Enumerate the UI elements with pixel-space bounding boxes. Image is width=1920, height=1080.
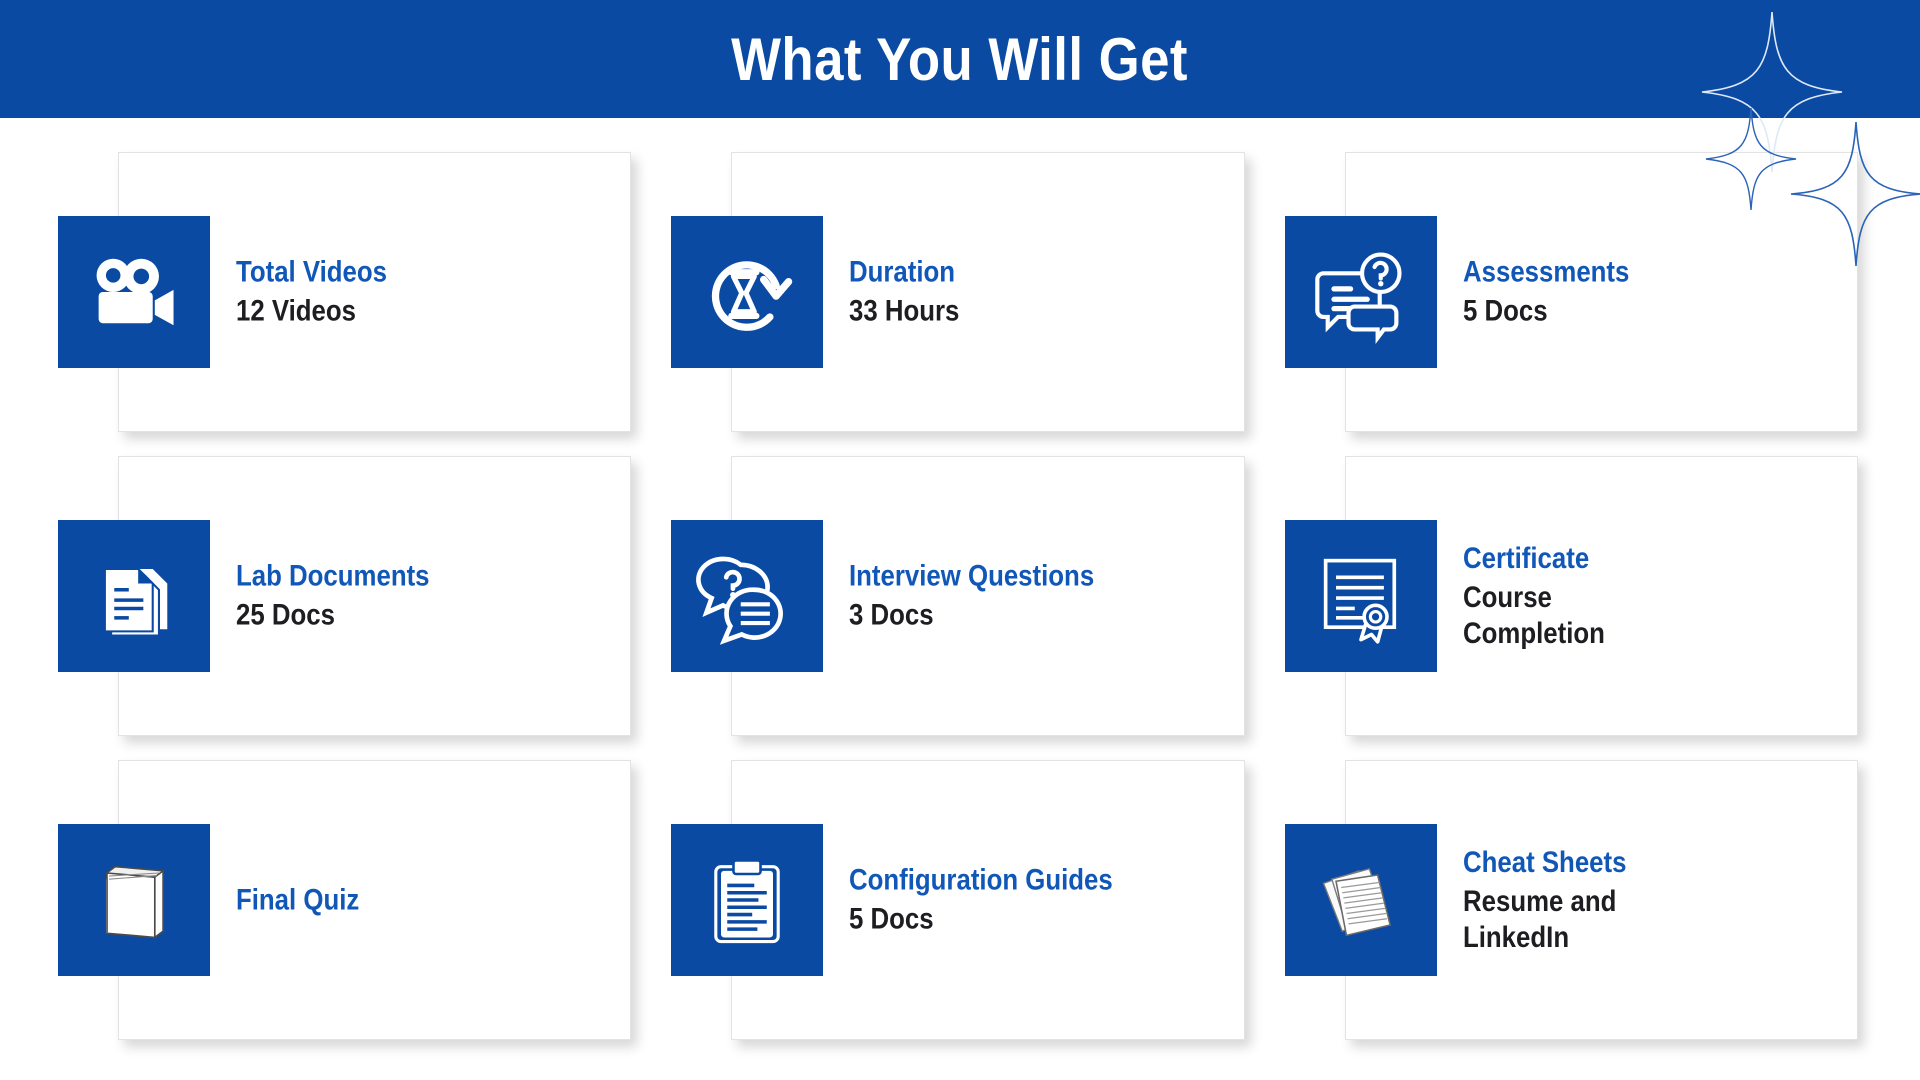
icon-tile [58,216,210,368]
feature-card-text: Final Quiz [236,882,627,917]
speech-bubbles-icon [696,556,784,645]
feature-cell: Total Videos 12 Videos [40,140,653,444]
feature-title: Configuration Guides [849,863,1114,897]
feature-value: 5 Docs [1462,295,1548,328]
feature-card-grid: Total Videos 12 Videos Duration 33 Hours [0,118,1920,1080]
feature-value: Course Completion [1462,581,1605,650]
feature-card-text: Total Videos 12 Videos [236,255,627,330]
feature-title: Interview Questions [849,559,1095,593]
feature-cell: Certificate Course Completion [1267,444,1880,748]
feature-value: 5 Docs [849,903,934,936]
feature-title: Duration [849,255,956,289]
feature-cell: Assessments 5 Docs [1267,140,1880,444]
feature-card-text: Interview Questions 3 Docs [849,559,1240,634]
feature-card-text: Lab Documents 25 Docs [236,559,627,634]
feature-title: Lab Documents [236,559,430,593]
page-title: What You Will Get [731,25,1189,93]
feature-cell: Final Quiz [40,748,653,1052]
icon-tile [1284,216,1437,368]
paper-sheets-icon [1322,867,1391,937]
feature-value: 12 Videos [236,295,356,328]
feature-title: Final Quiz [236,883,360,917]
icon-tile [58,824,210,976]
feature-value: 3 Docs [849,599,934,632]
icon-tile [671,216,824,368]
feature-value: 25 Docs [236,599,335,632]
certificate-ribbon-icon [1323,558,1396,644]
feature-title: Certificate [1462,541,1589,575]
feature-value: Resume and LinkedIn [1462,885,1617,954]
icon-tile [1284,824,1437,976]
document-stack-icon [103,567,168,637]
feature-card-text: Duration 33 Hours [849,255,1240,330]
book-icon [104,865,166,939]
video-camera-icon [96,258,174,326]
slide-root: What You Will Get Total Videos 12 Videos… [0,0,1920,1080]
chat-question-icon [1314,252,1402,344]
feature-card-text: Cheat Sheets Resume and LinkedIn [1463,845,1854,955]
feature-cell: Cheat Sheets Resume and LinkedIn [1267,748,1880,1052]
icon-tile [671,824,824,976]
icon-tile [1284,520,1437,672]
feature-cell: Configuration Guides 5 Docs [653,748,1266,1052]
icon-tile [58,520,210,672]
feature-cell: Lab Documents 25 Docs [40,444,653,748]
clipboard-icon [714,859,781,944]
feature-title: Total Videos [236,255,388,289]
feature-cell: Duration 33 Hours [653,140,1266,444]
feature-card-text: Certificate Course Completion [1463,541,1854,651]
hourglass-refresh-icon [712,261,793,331]
icon-tile [671,520,824,672]
feature-title: Cheat Sheets [1462,845,1627,879]
feature-cell: Interview Questions 3 Docs [653,444,1266,748]
feature-card-text: Assessments 5 Docs [1463,255,1854,330]
header-bar: What You Will Get [0,0,1920,118]
feature-title: Assessments [1462,255,1630,289]
feature-value: 33 Hours [849,295,960,328]
feature-card-text: Configuration Guides 5 Docs [849,863,1240,938]
